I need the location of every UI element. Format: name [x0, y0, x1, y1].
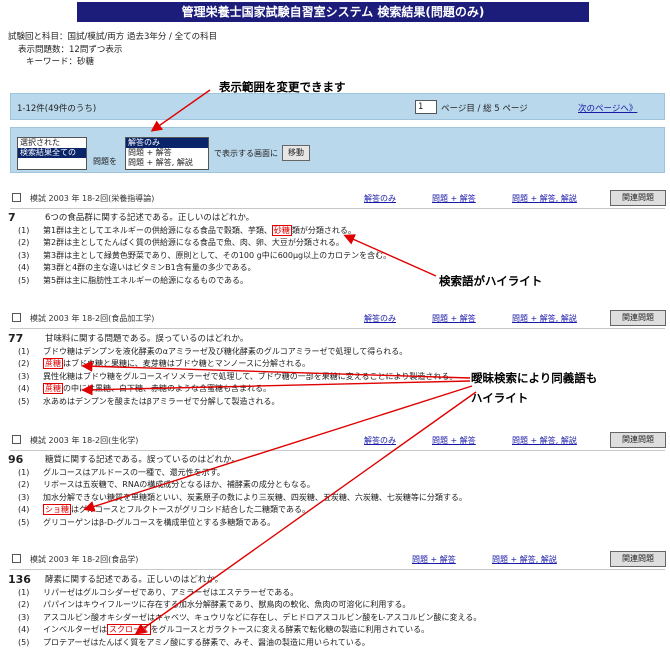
arrow-synonym-3 [83, 385, 473, 512]
arrow-synonym-2 [81, 380, 471, 396]
arrow-synonym-4 [134, 391, 477, 635]
arrow-highlight [343, 234, 437, 277]
arrow-synonym-1 [81, 360, 471, 379]
arrow-range [150, 89, 211, 132]
annotation-arrows [81, 89, 477, 635]
